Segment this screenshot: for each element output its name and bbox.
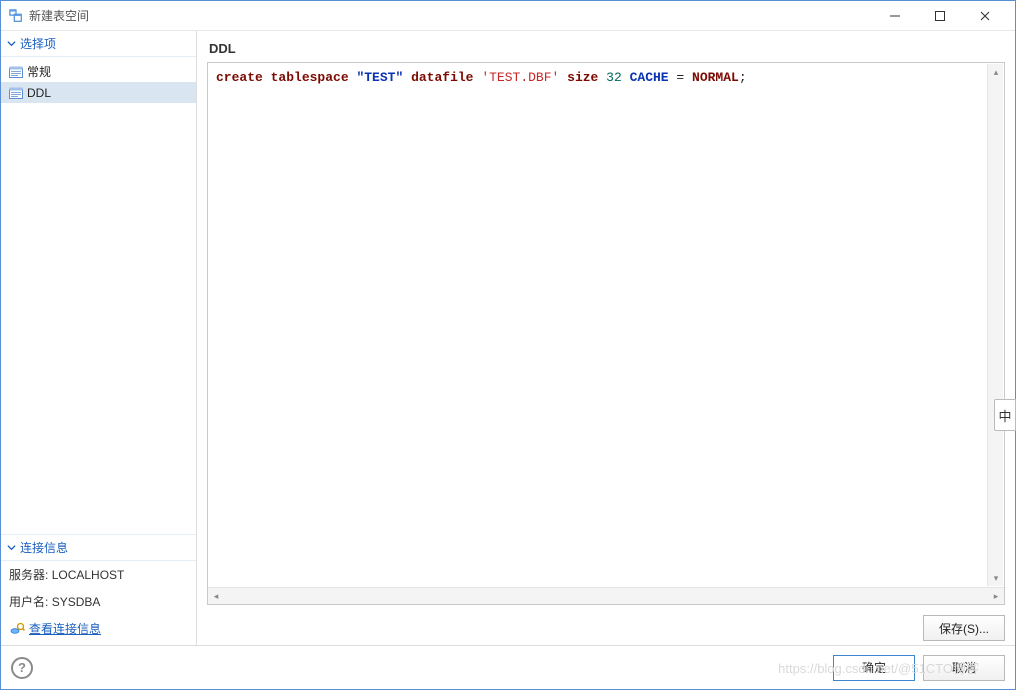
window-title: 新建表空间 — [29, 7, 89, 24]
scroll-left-icon[interactable]: ◂ — [208, 588, 224, 604]
sidebar-item-label: 常规 — [27, 63, 51, 80]
connection-section-header[interactable]: 连接信息 — [1, 535, 196, 561]
connection-section: 连接信息 服务器: LOCALHOST 用户名: SYSDBA — [1, 534, 196, 645]
magnifier-db-icon — [9, 622, 25, 636]
code-token — [622, 70, 630, 85]
scroll-up-icon[interactable]: ▴ — [988, 64, 1004, 80]
main-panel: DDL create tablespace "TEST" datafile 'T… — [197, 31, 1015, 645]
sidebar-item-1[interactable]: DDL — [1, 82, 196, 103]
save-button-label: 保存(S)... — [939, 620, 989, 637]
connection-section-label: 连接信息 — [20, 539, 68, 556]
code-token: tablespace — [271, 70, 349, 85]
code-token: 'TEST.DBF' — [481, 70, 559, 85]
code-token — [559, 70, 567, 85]
maximize-icon — [935, 11, 945, 21]
app-icon — [9, 9, 23, 23]
page-icon — [9, 66, 23, 78]
user-row: 用户名: SYSDBA — [1, 588, 196, 615]
server-value: LOCALHOST — [52, 568, 125, 582]
code-token: size — [567, 70, 598, 85]
cancel-button-label: 取消 — [952, 659, 976, 676]
scroll-right-icon[interactable]: ▸ — [988, 588, 1004, 604]
user-label: 用户名: — [9, 595, 48, 609]
server-row: 服务器: LOCALHOST — [1, 561, 196, 588]
code-token: 32 — [606, 70, 622, 85]
close-button[interactable] — [962, 2, 1007, 30]
ime-indicator-label: 中 — [998, 406, 1011, 425]
main-heading: DDL — [197, 31, 1015, 62]
help-icon: ? — [18, 660, 26, 675]
vertical-scrollbar[interactable]: ▴ ▾ — [987, 64, 1003, 586]
ok-button-label: 确定 — [862, 659, 886, 676]
sql-editor[interactable]: create tablespace "TEST" datafile 'TEST.… — [208, 63, 1004, 587]
options-section-label: 选择项 — [20, 35, 56, 52]
horizontal-scrollbar[interactable]: ◂ ▸ — [208, 587, 1004, 604]
sidebar: 选择项 常规 DDL 连接信息 服务器: LOCALHOST 用户名: SYSDB… — [1, 31, 197, 645]
titlebar: 新建表空间 — [1, 1, 1015, 31]
code-token — [403, 70, 411, 85]
close-icon — [980, 11, 990, 21]
chevron-down-icon — [7, 543, 16, 552]
server-label: 服务器: — [9, 568, 48, 582]
save-button[interactable]: 保存(S)... — [923, 615, 1005, 641]
code-token — [598, 70, 606, 85]
scroll-down-icon[interactable]: ▾ — [988, 570, 1004, 586]
options-section-header[interactable]: 选择项 — [1, 31, 196, 57]
page-icon — [9, 87, 23, 99]
minimize-button[interactable] — [872, 2, 917, 30]
code-token: CACHE — [630, 70, 669, 85]
sidebar-item-label: DDL — [27, 86, 51, 100]
cancel-button[interactable]: 取消 — [923, 655, 1005, 681]
code-token: ; — [739, 70, 747, 85]
view-connection-text[interactable]: 查看连接信息 — [29, 620, 101, 637]
maximize-button[interactable] — [917, 2, 962, 30]
footer: ? 确定 取消 — [1, 645, 1015, 689]
code-token: datafile — [411, 70, 473, 85]
ok-button[interactable]: 确定 — [833, 655, 915, 681]
sidebar-item-0[interactable]: 常规 — [1, 61, 196, 82]
editor-container: create tablespace "TEST" datafile 'TEST.… — [207, 62, 1005, 605]
user-value: SYSDBA — [52, 595, 101, 609]
code-token: "TEST" — [356, 70, 403, 85]
minimize-icon — [890, 11, 900, 21]
code-token: create — [216, 70, 263, 85]
ime-indicator[interactable]: 中 — [994, 399, 1016, 431]
code-token: NORMAL — [692, 70, 739, 85]
chevron-down-icon — [7, 39, 16, 48]
code-token — [263, 70, 271, 85]
code-token: = — [676, 70, 692, 85]
nav-list: 常规 DDL — [1, 57, 196, 534]
help-button[interactable]: ? — [11, 657, 33, 679]
view-connection-link[interactable]: 查看连接信息 — [1, 615, 196, 645]
